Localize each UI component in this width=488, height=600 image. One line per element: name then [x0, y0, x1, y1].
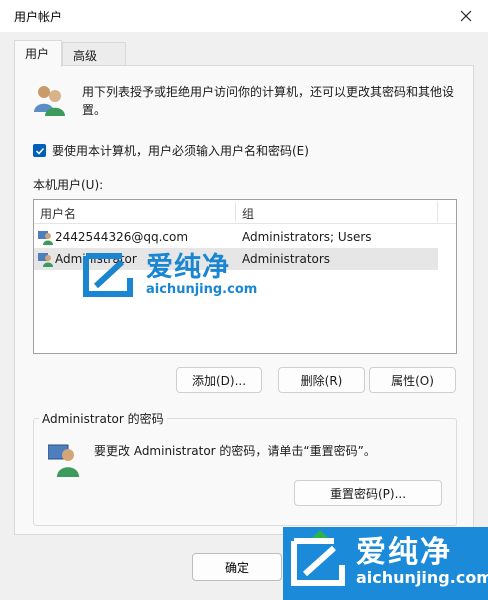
- user-row[interactable]: 2442544326@qq.com Administrators; Users: [34, 226, 438, 248]
- user-icon: [38, 231, 53, 245]
- watermark: 爱纯净 aichunjing.com: [82, 252, 257, 298]
- users-icon: [34, 86, 65, 116]
- users-tab-panel: 用下列表授予或拒绝用户访问你的计算机，还可以更改其密码和其他设置。 要使用本计算…: [14, 65, 474, 535]
- reset-password-button[interactable]: 重置密码(P)...: [294, 480, 442, 506]
- watermark-title: 爱纯净: [356, 535, 452, 570]
- column-divider: [235, 202, 236, 222]
- user-name-cell: 2442544326@qq.com: [55, 230, 189, 244]
- close-icon: [460, 10, 472, 22]
- password-group: Administrator 的密码 要更改 Administrator 的密码，…: [33, 410, 457, 526]
- window-title: 用户帐户: [14, 10, 63, 24]
- column-header-username[interactable]: 用户名: [40, 205, 76, 222]
- watermark-banner-content: 爱纯净 aichunjing.com: [290, 537, 488, 587]
- check-icon: [35, 147, 44, 155]
- close-button[interactable]: [444, 0, 488, 32]
- intro-text: 用下列表授予或拒绝用户访问你的计算机，还可以更改其密码和其他设置。: [82, 85, 455, 117]
- tab-advanced[interactable]: 高级: [62, 42, 126, 66]
- ok-button[interactable]: 确定: [192, 553, 282, 581]
- list-header: 用户名 组: [34, 200, 456, 224]
- require-login-row[interactable]: 要使用本计算机，用户必须输入用户名和密码(E): [33, 142, 309, 159]
- remove-button[interactable]: 删除(R): [278, 367, 365, 393]
- watermark-title: 爱纯净: [146, 252, 230, 283]
- watermark-logo-icon: [83, 253, 133, 297]
- column-divider: [437, 202, 438, 222]
- add-button[interactable]: 添加(D)...: [176, 367, 262, 393]
- properties-button[interactable]: 属性(O): [369, 367, 456, 393]
- user-password-icon: [48, 444, 79, 477]
- title-bar: 用户帐户: [0, 0, 488, 32]
- user-group-cell: Administrators; Users: [242, 230, 372, 244]
- watermark-logo-icon: [291, 538, 345, 586]
- local-users-label: 本机用户(U):: [33, 178, 104, 192]
- password-group-title: Administrator 的密码: [39, 410, 167, 427]
- column-header-group[interactable]: 组: [242, 205, 254, 222]
- tab-users[interactable]: 用户: [14, 40, 62, 67]
- user-icon: [38, 253, 53, 267]
- require-login-label: 要使用本计算机，用户必须输入用户名和密码(E): [52, 144, 309, 158]
- watermark-url: aichunjing.com: [356, 568, 488, 587]
- watermark-url: aichunjing.com: [146, 282, 258, 297]
- password-hint-text: 要更改 Administrator 的密码，请单击“重置密码”。: [94, 444, 376, 458]
- require-login-checkbox[interactable]: [33, 144, 46, 157]
